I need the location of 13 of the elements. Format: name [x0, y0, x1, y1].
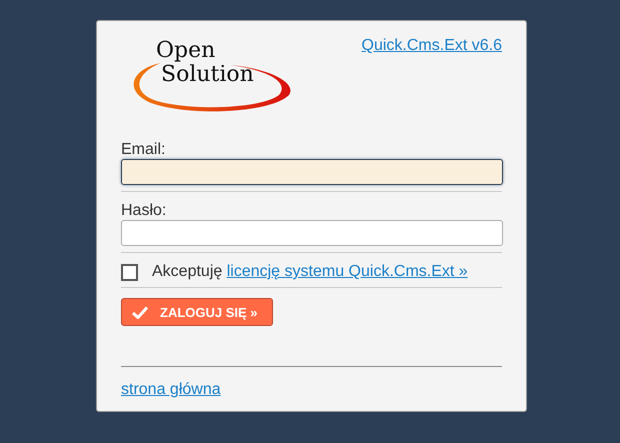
checkbox[interactable] — [121, 264, 138, 280]
license-link[interactable]: licencję systemu Quick.Cms.Ext » — [226, 263, 468, 280]
input-field[interactable] — [121, 159, 503, 185]
logo-text: Solution — [161, 64, 254, 86]
checkmark-icon — [132, 306, 148, 318]
logo-text: Open — [156, 40, 216, 62]
field-label: Hasło: — [121, 202, 168, 220]
version-link[interactable]: Quick.Cms.Ext v6.6 — [362, 37, 502, 55]
home-link[interactable]: strona główna — [121, 381, 221, 399]
login-button[interactable]: ZALOGUJ SIĘ » — [121, 298, 273, 326]
field-label: Email: — [121, 141, 166, 159]
input-field[interactable] — [121, 220, 503, 246]
license-text: Akceptuję licencję systemu Quick.Cms.Ext » — [152, 263, 468, 281]
